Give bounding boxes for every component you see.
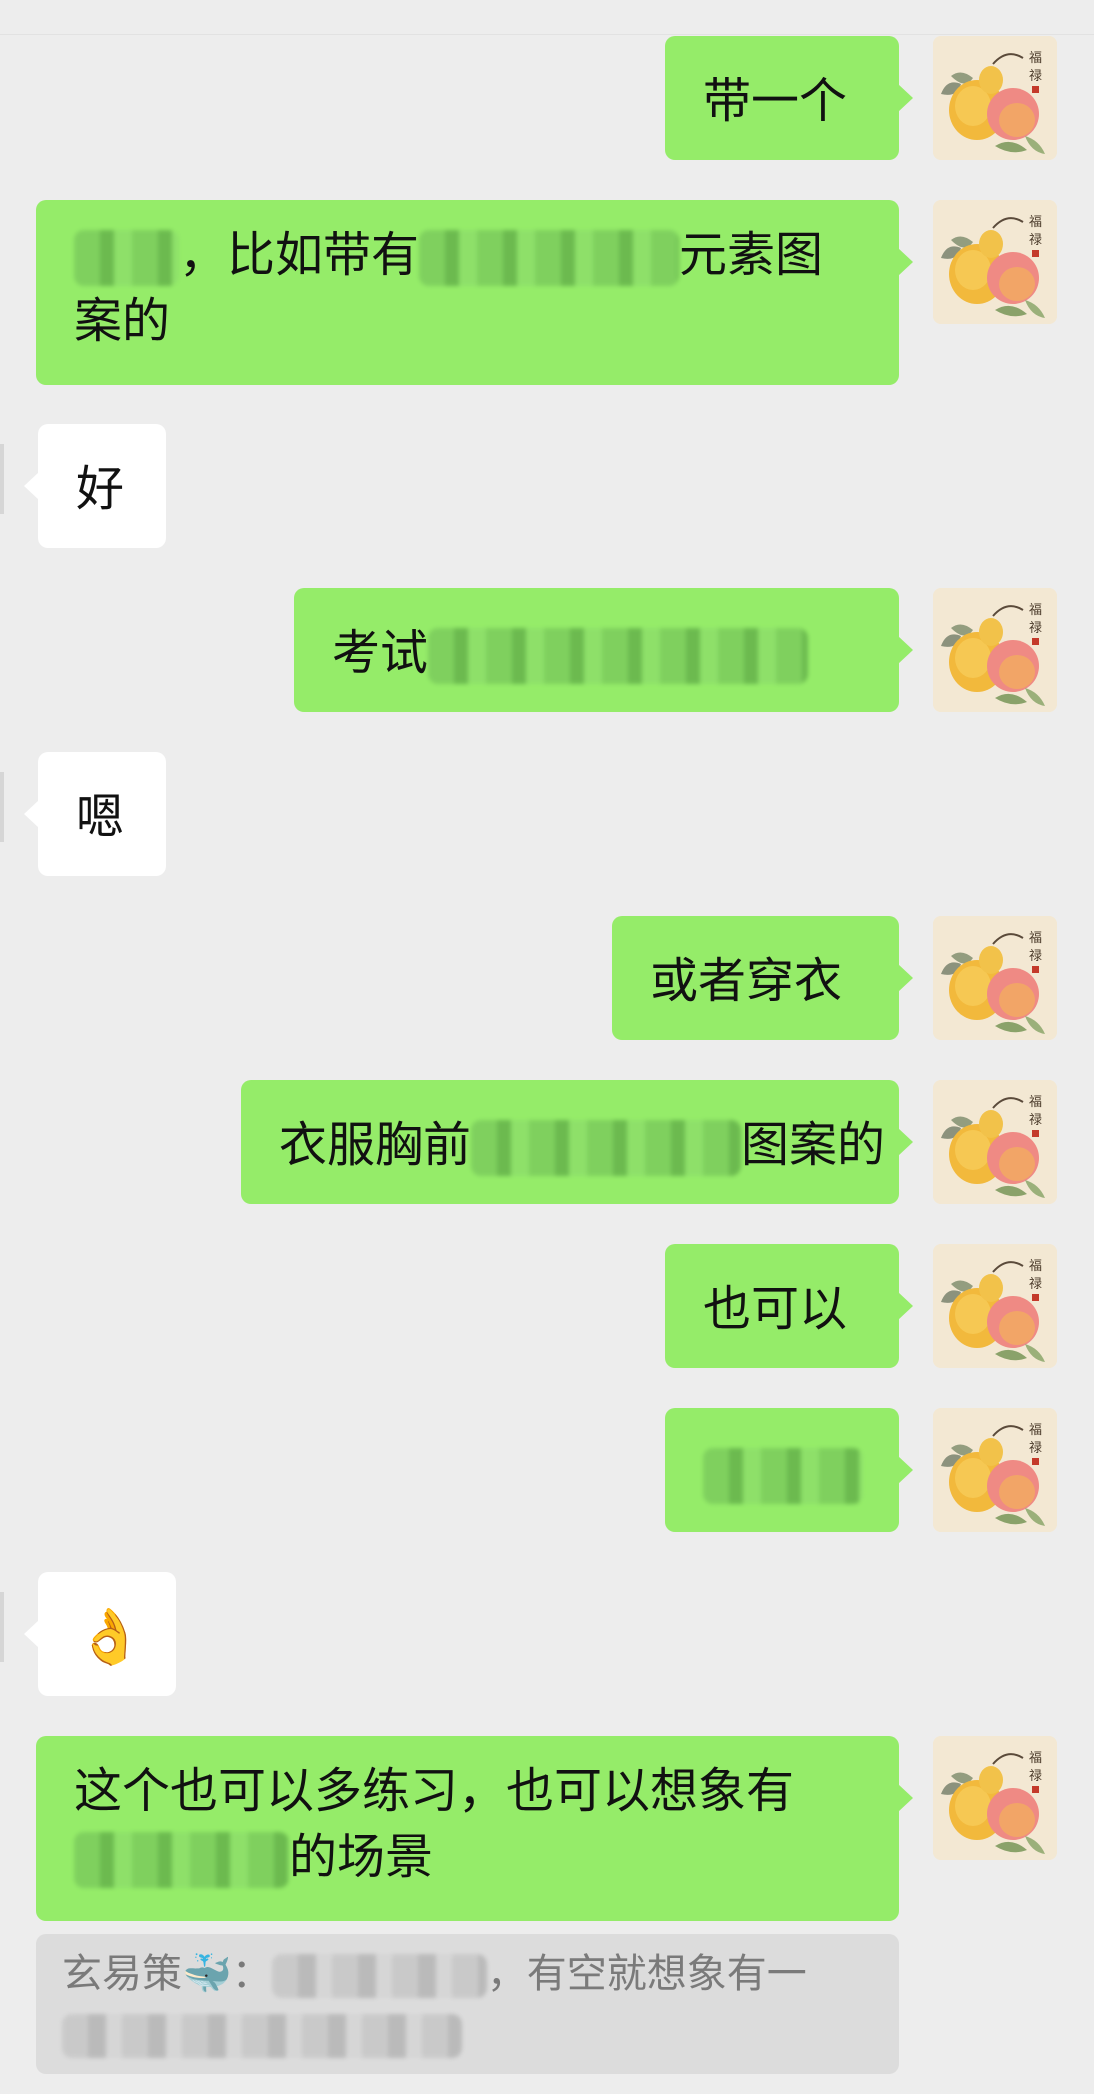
message-text: 的场景 [289, 1829, 434, 1885]
quote-text: ，有空就想象有一 [486, 1951, 807, 1997]
their-message-bubble[interactable]: 嗯 [24, 752, 166, 876]
my-message-bubble[interactable]: 也可以 [665, 1244, 913, 1368]
their-message-bubble[interactable]: 👌 [24, 1572, 176, 1696]
peach-gourd-painting-avatar[interactable] [933, 200, 1057, 324]
redacted-text [703, 1448, 863, 1504]
message-text: 带一个 [703, 73, 848, 129]
my-message-bubble[interactable]: ，比如带有 元素图案的 [36, 200, 913, 385]
my-message-bubble[interactable]: 衣服胸前 图案的 [241, 1080, 913, 1204]
message-text: 衣服胸前 [279, 1117, 472, 1173]
redacted-text [419, 230, 680, 286]
my-message-bubble[interactable] [665, 1408, 913, 1532]
my-message-bubble[interactable]: 考试 [294, 588, 913, 712]
redacted-text [428, 628, 809, 684]
message-text: 这个也可以多练习，也可以想象有 [74, 1763, 795, 1819]
my-message-bubble[interactable]: 这个也可以多练习，也可以想象有的场景 [36, 1736, 913, 1921]
peach-gourd-painting-avatar[interactable] [933, 1408, 1057, 1532]
peach-gourd-painting-avatar[interactable] [933, 1736, 1057, 1860]
peach-gourd-painting-avatar[interactable] [933, 1244, 1057, 1368]
message-text: 好 [76, 461, 125, 517]
message-text: 也可以 [703, 1281, 848, 1337]
peach-gourd-painting-avatar[interactable] [933, 916, 1057, 1040]
redacted-text [62, 2014, 462, 2058]
my-message-bubble[interactable]: 带一个 [665, 36, 913, 160]
ok-hand-emoji-icon: 👌 [76, 1605, 144, 1668]
peach-gourd-painting-avatar[interactable] [933, 36, 1057, 160]
redacted-text [74, 230, 179, 286]
message-text: 嗯 [76, 789, 125, 845]
my-message-bubble[interactable]: 或者穿衣 [612, 916, 913, 1040]
peach-gourd-painting-avatar[interactable] [933, 1080, 1057, 1204]
message-text: ，比如带有 [179, 227, 420, 283]
message-text: 考试 [332, 625, 429, 681]
message-text: 图案的 [741, 1117, 886, 1173]
their-message-bubble[interactable]: 好 [24, 424, 166, 548]
top-divider [0, 0, 1094, 35]
quoted-message[interactable]: 玄易策🐳： ，有空就想象有一 [36, 1934, 899, 2074]
redacted-text [271, 1954, 487, 1998]
other-avatar-edge [0, 772, 4, 842]
other-avatar-edge [0, 444, 4, 514]
peach-gourd-painting-avatar[interactable] [933, 588, 1057, 712]
quote-sender: 玄易策🐳： [62, 1951, 272, 1997]
redacted-text [74, 1832, 289, 1888]
redacted-text [471, 1120, 742, 1176]
other-avatar-edge [0, 1592, 4, 1662]
message-text: 或者穿衣 [650, 953, 843, 1009]
